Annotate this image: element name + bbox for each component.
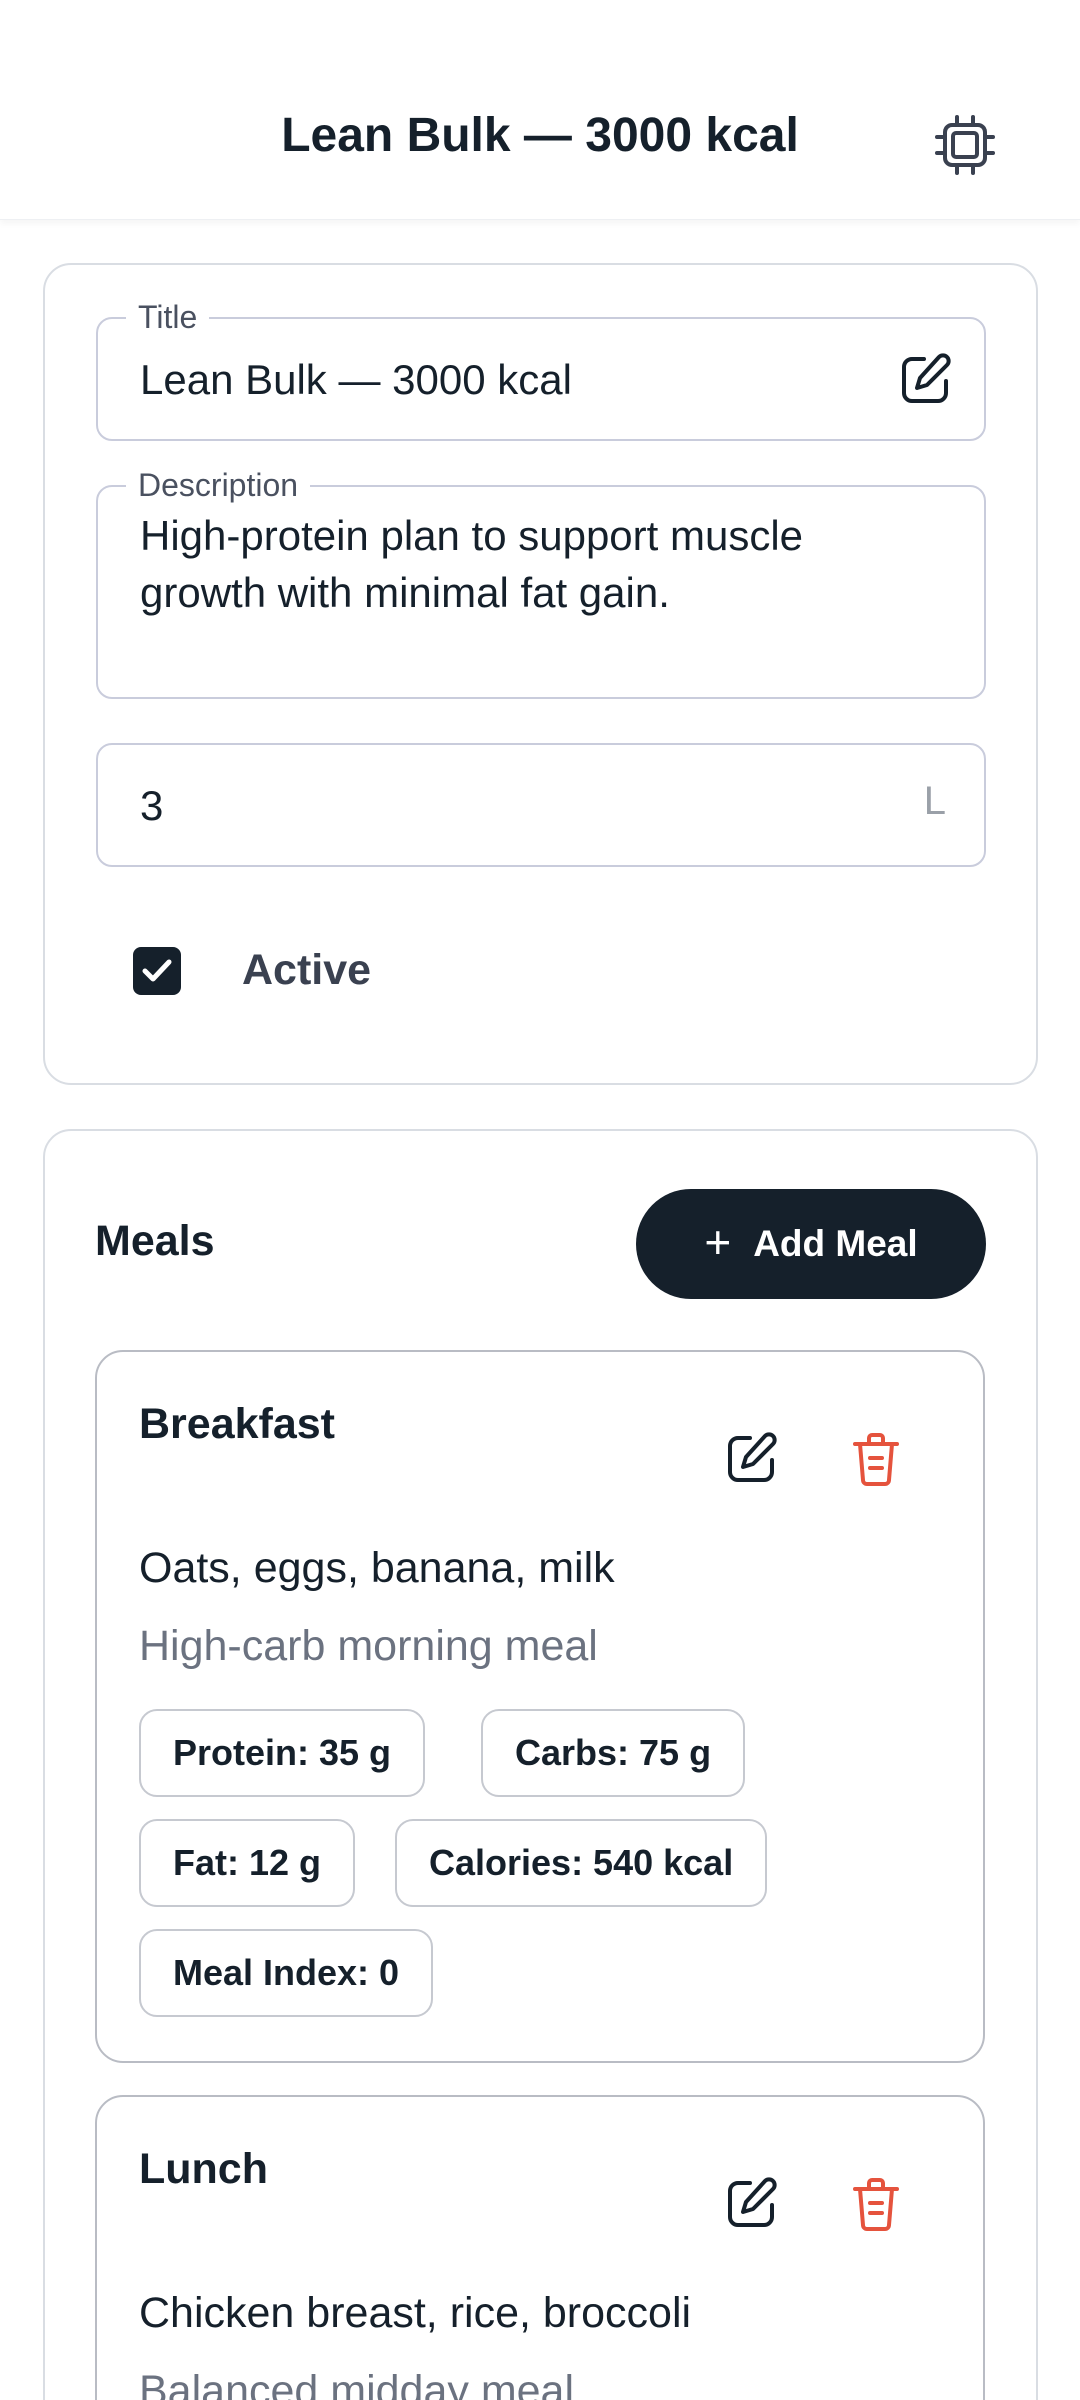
description-field[interactable]: Description High-protein plan to support…	[96, 465, 986, 699]
page-title: Lean Bulk — 3000 kcal	[281, 109, 799, 162]
edit-icon[interactable]	[894, 349, 956, 411]
active-checkbox[interactable]	[133, 947, 181, 995]
quantity-unit: L	[923, 779, 946, 823]
description-field-label: Description	[126, 465, 311, 505]
protein-chip: Protein: 35 g	[139, 1709, 426, 1797]
quantity-input[interactable]: 3	[140, 777, 884, 834]
meal-name: Lunch	[139, 2145, 268, 2193]
meal-foods: Oats, eggs, banana, milk	[139, 1544, 615, 1592]
title-input[interactable]: Lean Bulk — 3000 kcal	[140, 351, 884, 408]
description-input[interactable]: High-protein plan to support muscle grow…	[140, 507, 924, 621]
edit-icon[interactable]	[720, 2173, 782, 2235]
trash-icon[interactable]	[845, 1428, 907, 1490]
meal-card[interactable]: Lunch Chicken breast, rice, broccoli Bal…	[95, 2095, 985, 2400]
quantity-field[interactable]: 3 L	[96, 743, 986, 867]
calories-chip: Calories: 540 kcal	[395, 1819, 768, 1907]
carbs-chip: Carbs: 75 g	[481, 1709, 746, 1797]
app-header: Lean Bulk — 3000 kcal	[0, 0, 1080, 220]
meal-note: High-carb morning meal	[139, 1622, 598, 1670]
plus-icon: +	[704, 1216, 732, 1268]
title-field[interactable]: Title Lean Bulk — 3000 kcal	[96, 297, 986, 441]
meal-note: Balanced midday meal	[139, 2367, 575, 2400]
edit-icon[interactable]	[720, 1428, 782, 1490]
title-field-label: Title	[126, 297, 210, 337]
add-meal-button[interactable]: + Add Meal	[636, 1189, 986, 1299]
active-label[interactable]: Active	[242, 946, 371, 995]
cpu-chip-icon[interactable]	[932, 112, 998, 178]
meal-foods: Chicken breast, rice, broccoli	[139, 2289, 692, 2337]
fat-chip: Fat: 12 g	[139, 1819, 356, 1907]
meal-name: Breakfast	[139, 1400, 335, 1448]
plan-details-card: Title Lean Bulk — 3000 kcal Description …	[43, 263, 1038, 1085]
add-meal-label: Add Meal	[753, 1223, 918, 1264]
meal-index-chip: Meal Index: 0	[139, 1929, 434, 2017]
meal-card[interactable]: Breakfast Oats, eggs, banana, milk High-…	[95, 1350, 985, 2063]
meals-section-title: Meals	[95, 1217, 215, 1265]
checkmark-icon	[142, 959, 172, 982]
trash-icon[interactable]	[845, 2173, 907, 2235]
